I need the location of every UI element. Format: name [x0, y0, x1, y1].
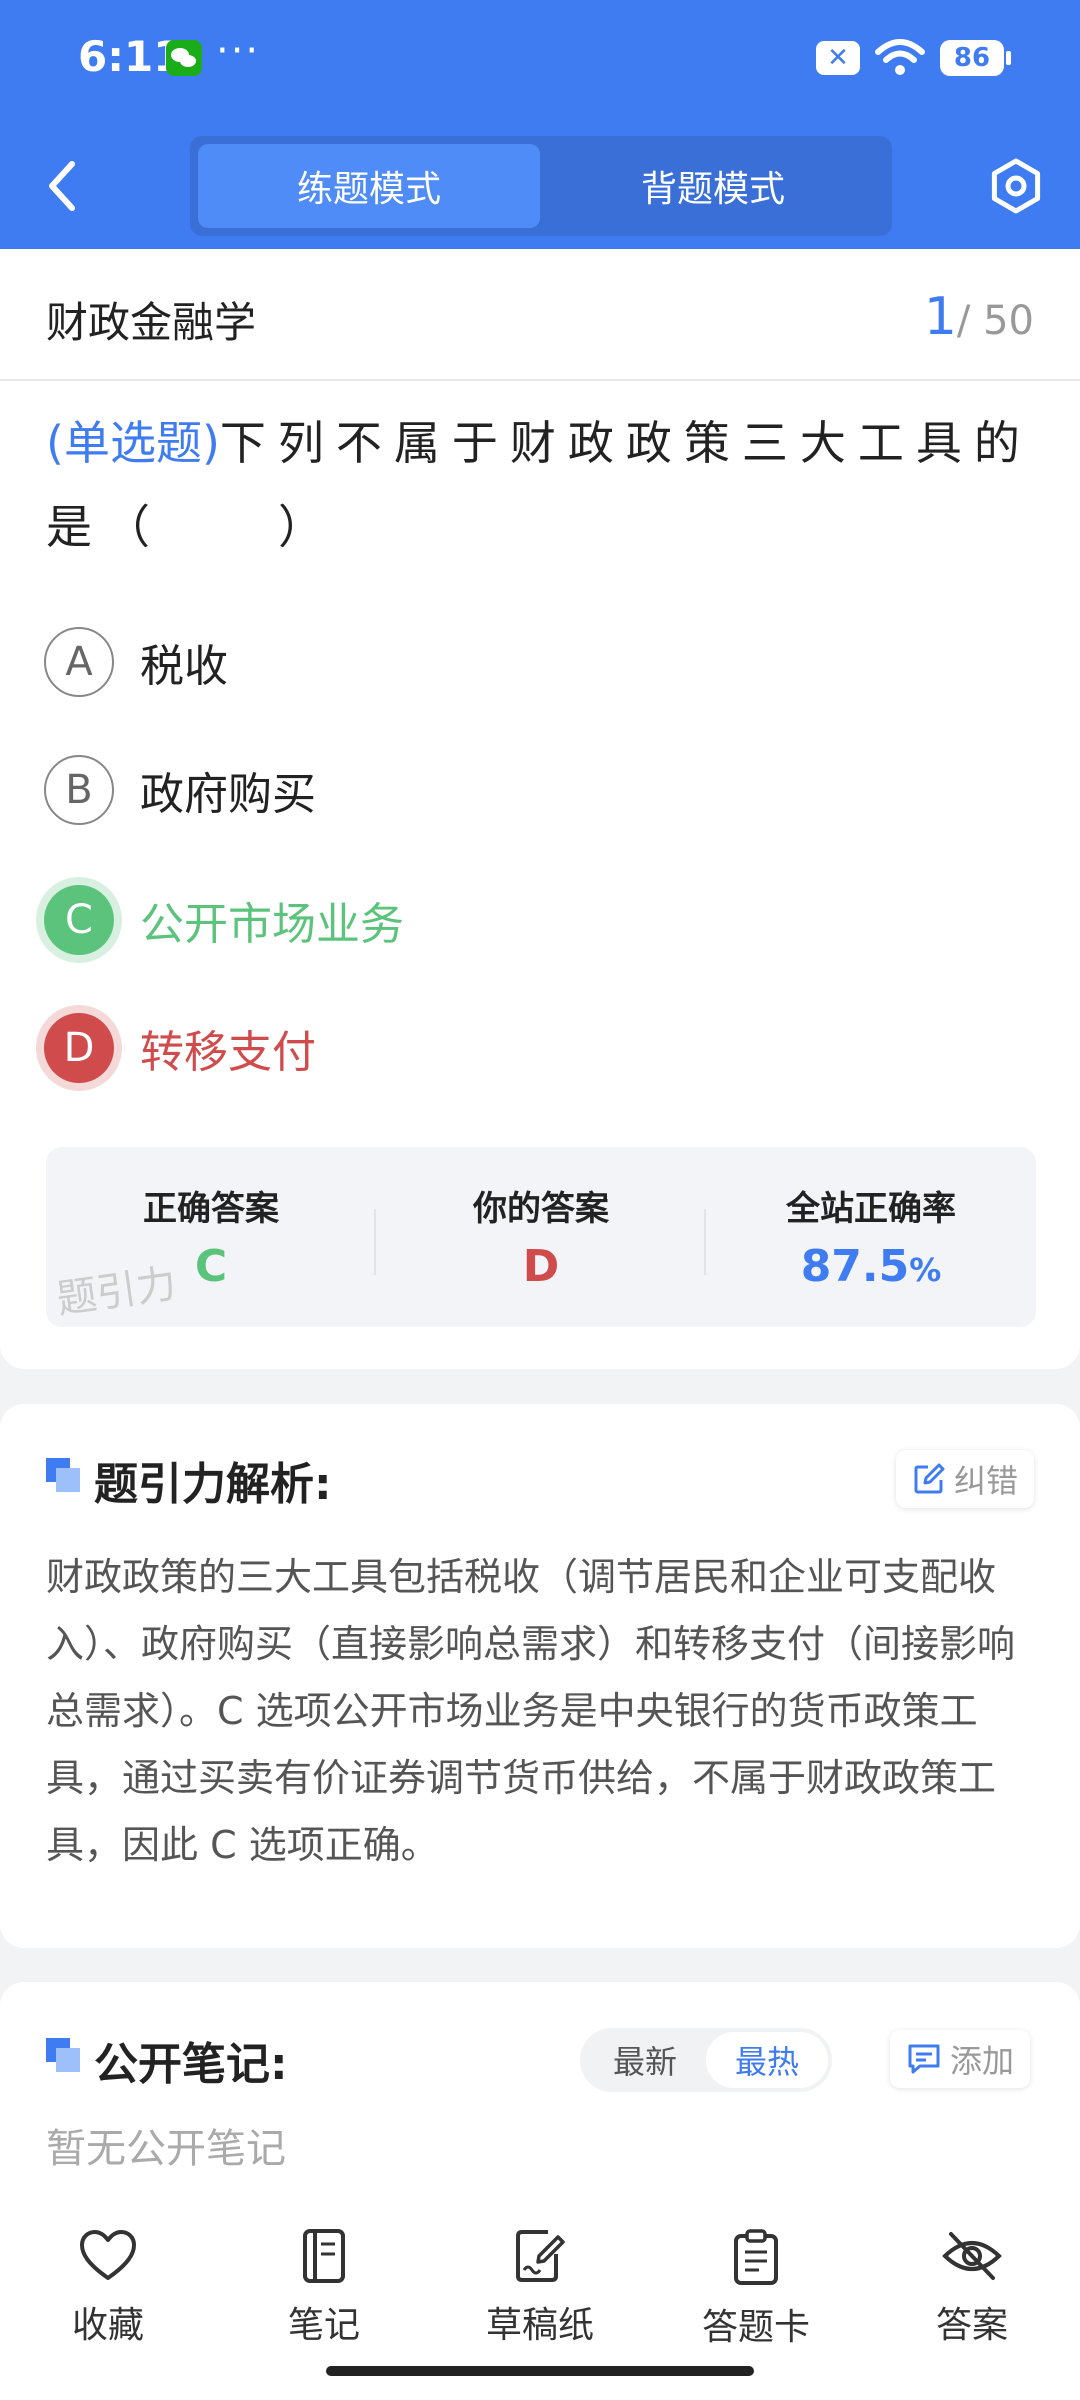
- accuracy-unit: %: [909, 1251, 942, 1289]
- explanation-text: 财政政策的三大工具包括税收（调节居民和企业可支配收入）、政府购买（直接影响总需求…: [46, 1555, 1016, 1867]
- mode-switch: 练题模式 背题模式: [190, 136, 892, 236]
- nav-label: 笔记: [287, 2305, 360, 2346]
- home-indicator[interactable]: [326, 2366, 754, 2376]
- answer-summary: 正确答案 C 你的答案 D 全站正确率 87.5% 题引力: [46, 1147, 1036, 1327]
- question-card: 财政金融学 1/ 50 (单选题)下列不属于财政政策三大工具的是（ ） A 税收…: [0, 249, 1080, 1369]
- tab-memorize-mode[interactable]: 背题模式: [542, 144, 884, 228]
- heart-icon: [80, 2230, 136, 2280]
- explanation-card: 题引力解析: 纠错 财政政策的三大工具包括税收（调节居民和企业可支配收入）、政府…: [0, 1404, 1080, 1948]
- wifi-icon: [875, 39, 925, 75]
- subject-title: 财政金融学: [46, 298, 257, 347]
- nav-label: 答案: [935, 2305, 1008, 2346]
- option-text: 政府购买: [140, 769, 316, 820]
- draft-icon: [516, 2230, 565, 2282]
- add-note-label: 添加: [950, 2042, 1015, 2080]
- nav-draft-paper[interactable]: 草稿纸: [460, 2228, 620, 2348]
- your-answer-value: D: [522, 1241, 560, 1292]
- nav-label: 答题卡: [701, 2307, 810, 2348]
- your-answer-label: 你的答案: [473, 1189, 609, 1229]
- notebook-icon: [303, 2229, 345, 2283]
- explanation-title: 题引力解析:: [94, 1459, 332, 1510]
- question-type: (单选题): [46, 416, 220, 470]
- notes-sort-toggle: 最新 最热: [580, 2028, 832, 2092]
- question-progress: 1/ 50: [924, 287, 1034, 347]
- option-c[interactable]: C 公开市场业务: [44, 885, 404, 955]
- divider: [0, 379, 1080, 381]
- wechat-notification-icon: [166, 40, 202, 76]
- nav-answer-sheet[interactable]: 答题卡: [676, 2228, 836, 2350]
- eye-off-icon: [942, 2232, 1002, 2280]
- option-b[interactable]: B 政府购买: [44, 755, 316, 825]
- accuracy-number: 87.5: [800, 1241, 910, 1292]
- correct-answer-label: 正确答案: [143, 1189, 279, 1229]
- question-stem: (单选题)下列不属于财政政策三大工具的是（ ）: [46, 401, 1036, 569]
- nav-notes[interactable]: 笔记: [244, 2228, 404, 2348]
- option-letter: C: [44, 885, 114, 955]
- site-accuracy-label: 全站正确率: [786, 1189, 956, 1229]
- section-icon: [46, 1458, 82, 1494]
- option-d[interactable]: D 转移支付: [44, 1013, 316, 1083]
- settings-icon[interactable]: [986, 156, 1046, 216]
- more-notifications-indicator: ···: [216, 28, 261, 74]
- progress-current: 1: [923, 287, 957, 347]
- edit-icon: [914, 1463, 945, 1494]
- status-icons: ✕ 86: [816, 38, 1011, 78]
- option-letter: B: [44, 755, 114, 825]
- option-letter: A: [44, 627, 114, 697]
- progress-total: / 50: [956, 298, 1034, 344]
- site-accuracy-value: 87.5%: [706, 1241, 1036, 1292]
- report-error-label: 纠错: [954, 1462, 1019, 1500]
- answer-sheet-icon: [734, 2229, 778, 2285]
- sort-newest[interactable]: 最新: [584, 2032, 706, 2088]
- option-letter: D: [44, 1013, 114, 1083]
- site-accuracy: 全站正确率 87.5%: [706, 1147, 1036, 1327]
- section-icon: [46, 2038, 82, 2074]
- option-text: 转移支付: [140, 1027, 316, 1078]
- nav-answer[interactable]: 答案: [892, 2228, 1052, 2348]
- option-text: 公开市场业务: [140, 899, 404, 950]
- battery-indicator: 86: [940, 40, 1011, 76]
- app-header: 6:11 ··· ✕ 86 练题模式 背题模式: [0, 0, 1080, 249]
- notes-title: 公开笔记:: [94, 2039, 288, 2090]
- back-arrow-icon[interactable]: [40, 158, 86, 214]
- report-error-button[interactable]: 纠错: [896, 1450, 1035, 1508]
- nav-label: 收藏: [71, 2305, 144, 2346]
- your-answer: 你的答案 D: [376, 1147, 706, 1327]
- sort-hottest[interactable]: 最热: [706, 2032, 828, 2088]
- option-text: 税收: [140, 641, 228, 692]
- comment-icon: [908, 2044, 940, 2074]
- nav-favorite[interactable]: 收藏: [28, 2228, 188, 2348]
- add-note-button[interactable]: 添加: [890, 2030, 1031, 2088]
- tab-practice-mode[interactable]: 练题模式: [198, 144, 540, 228]
- empty-notes-text: 暂无公开笔记: [46, 2126, 286, 2172]
- option-a[interactable]: A 税收: [44, 627, 228, 697]
- nav-label: 草稿纸: [485, 2305, 594, 2346]
- sim-disabled-icon: ✕: [816, 41, 860, 75]
